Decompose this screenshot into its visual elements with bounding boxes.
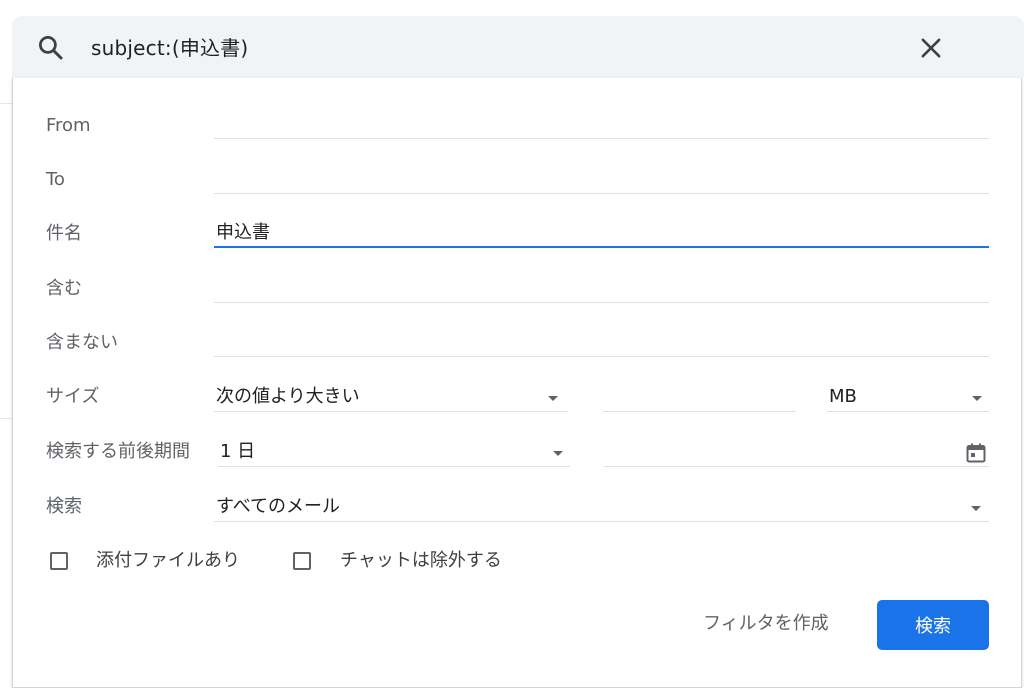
subject-field[interactable]: 申込書 bbox=[214, 220, 989, 248]
date-range-select[interactable]: 1 日 bbox=[218, 439, 570, 467]
search-button[interactable]: 検索 bbox=[877, 600, 989, 650]
size-unit-value: MB bbox=[829, 386, 857, 407]
exclude-chats-checkbox[interactable] bbox=[293, 552, 311, 570]
search-in-select[interactable]: すべてのメール bbox=[214, 494, 989, 522]
doesnt-have-field[interactable] bbox=[214, 329, 989, 357]
chevron-down-icon bbox=[553, 451, 563, 456]
has-words-label: 含む bbox=[46, 278, 82, 299]
has-words-field[interactable] bbox=[214, 275, 989, 303]
to-label: To bbox=[46, 169, 65, 190]
search-icon[interactable] bbox=[36, 33, 66, 63]
date-range-value: 1 日 bbox=[220, 441, 256, 462]
search-query-text[interactable]: subject:(申込書) bbox=[91, 33, 248, 63]
size-amount-input[interactable] bbox=[603, 384, 796, 412]
from-field[interactable] bbox=[214, 111, 989, 139]
from-label: From bbox=[46, 115, 91, 136]
close-icon[interactable] bbox=[917, 34, 945, 62]
chevron-down-icon bbox=[971, 506, 981, 511]
subject-label: 件名 bbox=[46, 223, 82, 244]
to-field[interactable] bbox=[214, 166, 989, 194]
calendar-icon[interactable] bbox=[964, 441, 988, 465]
exclude-chats-label[interactable]: チャットは除外する bbox=[340, 549, 502, 573]
size-label: サイズ bbox=[46, 386, 100, 407]
chevron-down-icon bbox=[548, 396, 558, 401]
search-in-value: すべてのメール bbox=[216, 496, 341, 517]
size-unit-select[interactable]: MB bbox=[827, 384, 989, 412]
size-comparator-value: 次の値より大きい bbox=[216, 386, 360, 407]
has-attachment-checkbox[interactable] bbox=[50, 552, 68, 570]
background-divider bbox=[0, 103, 12, 104]
subject-field-value: 申込書 bbox=[216, 222, 270, 243]
search-in-label: 検索 bbox=[46, 496, 82, 517]
doesnt-have-label: 含まない bbox=[46, 332, 118, 353]
size-comparator-select[interactable]: 次の値より大きい bbox=[214, 384, 568, 412]
chevron-down-icon bbox=[972, 396, 982, 401]
create-filter-link[interactable]: フィルタを作成 bbox=[703, 611, 829, 637]
background-divider bbox=[0, 418, 12, 419]
search-button-label: 検索 bbox=[915, 616, 951, 637]
has-attachment-label[interactable]: 添付ファイルあり bbox=[96, 549, 240, 573]
date-within-label: 検索する前後期間 bbox=[46, 441, 190, 462]
date-input[interactable] bbox=[604, 439, 989, 467]
